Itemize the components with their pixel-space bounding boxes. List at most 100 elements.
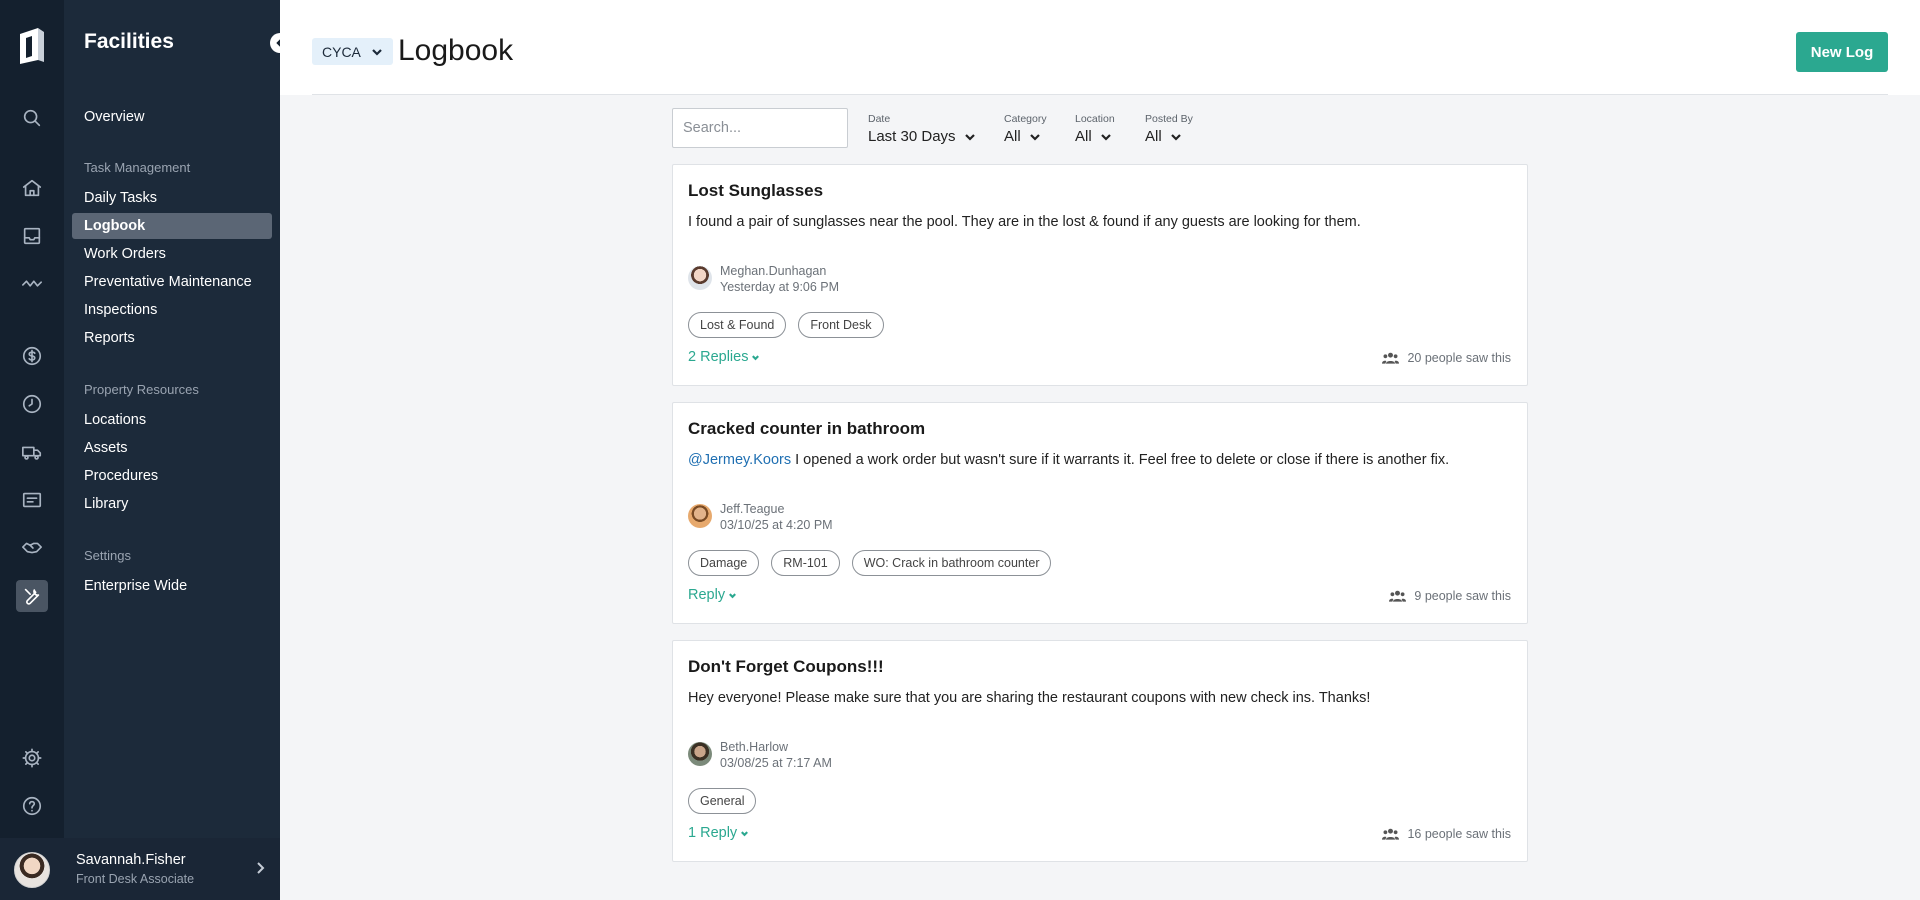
chevron-down-icon [964,133,975,141]
reply-button[interactable]: Reply [688,587,737,603]
author-avatar [688,266,712,290]
nav-item-preventative-maintenance[interactable]: Preventative Maintenance [72,269,272,295]
log-author[interactable]: Beth.Harlow [720,740,788,754]
wrench-icon[interactable] [16,580,48,612]
log-title: Don't Forget Coupons!!! [688,657,884,676]
user-role: Front Desk Associate [76,872,195,886]
log-card[interactable]: Lost Sunglasses I found a pair of sungla… [672,164,1528,386]
search-input[interactable] [672,108,848,148]
nav-item-inspections[interactable]: Inspections [72,297,272,323]
activity-icon[interactable] [20,272,44,296]
page-header: CYCA Logbook New Log [280,0,1920,95]
people-icon [1389,590,1407,602]
help-icon[interactable] [20,794,44,818]
log-card[interactable]: Cracked counter in bathroom @Jermey.Koor… [672,402,1528,624]
log-timestamp: 03/08/25 at 7:17 AM [720,756,832,770]
category-filter[interactable]: Category All [1004,113,1047,145]
location-filter-value: All [1075,128,1092,145]
people-icon [1382,828,1400,840]
logo-icon[interactable] [16,26,48,66]
chevron-down-icon [1029,133,1040,141]
seen-label: 9 people saw this [1414,589,1511,603]
log-tag[interactable]: Front Desk [798,312,884,338]
author-avatar [688,504,712,528]
seen-count: 16 people saw this [1382,827,1511,841]
work-order-link-tag[interactable]: WO: Crack in bathroom counter [851,550,1052,576]
seen-count: 20 people saw this [1382,351,1511,365]
log-body: Hey everyone! Please make sure that you … [688,690,1370,706]
user-menu[interactable]: Savannah.Fisher Front Desk Associate [0,838,280,900]
nav-item-assets[interactable]: Assets [72,435,272,461]
seen-label: 16 people saw this [1407,827,1511,841]
handshake-icon[interactable] [20,536,44,560]
id-card-icon[interactable] [20,488,44,512]
clock-icon[interactable] [20,392,44,416]
log-body: @Jermey.Koors I opened a work order but … [688,452,1449,468]
chevron-down-icon [752,354,760,360]
seen-count: 9 people saw this [1389,589,1511,603]
property-selector[interactable]: CYCA [312,38,393,65]
author-avatar [688,742,712,766]
chevron-down-icon [372,48,382,56]
log-timestamp: Yesterday at 9:06 PM [720,280,840,294]
facilities-nav: Facilities Overview Task Management Dail… [64,0,290,900]
search-icon[interactable] [20,106,44,130]
log-author[interactable]: Meghan.Dunhagan [720,264,826,278]
nav-item-library[interactable]: Library [72,491,272,517]
log-tag[interactable]: RM-101 [771,550,840,576]
log-title: Lost Sunglasses [688,181,824,200]
log-tag[interactable]: Lost & Found [688,312,787,338]
date-filter-label: Date [868,113,891,125]
chevron-right-icon [252,860,268,876]
nav-item-daily-tasks[interactable]: Daily Tasks [72,185,272,211]
log-body: I found a pair of sunglasses near the po… [688,214,1361,230]
nav-section-property-resources: Property Resources [84,382,199,397]
icon-rail [0,0,64,900]
nav-section-settings: Settings [84,548,131,563]
gear-icon[interactable] [20,746,44,770]
log-card[interactable]: Don't Forget Coupons!!! Hey everyone! Pl… [672,640,1528,862]
truck-icon[interactable] [20,440,44,464]
home-icon[interactable] [20,176,44,200]
chevron-down-icon [1170,133,1181,141]
location-filter[interactable]: Location All [1075,113,1115,145]
log-tag[interactable]: General [688,788,757,814]
log-author[interactable]: Jeff.Teague [720,502,784,516]
user-mention[interactable]: @Jermey.Koors [688,452,791,468]
nav-item-logbook[interactable]: Logbook [72,213,272,239]
property-code: CYCA [322,43,361,60]
log-tags: General [688,788,757,814]
nav-item-enterprise-wide[interactable]: Enterprise Wide [72,573,272,599]
inbox-icon[interactable] [20,224,44,248]
header-divider [312,94,1888,95]
nav-item-reports[interactable]: Reports [72,325,272,351]
replies-toggle[interactable]: 1 Reply [688,825,749,841]
dollar-icon[interactable] [20,344,44,368]
user-name: Savannah.Fisher [76,852,186,868]
log-tag[interactable]: Damage [688,550,760,576]
replies-toggle[interactable]: 2 Replies [688,349,760,365]
people-icon [1382,352,1400,364]
log-tags: Damage RM-101 WO: Crack in bathroom coun… [688,550,1052,576]
log-title: Cracked counter in bathroom [688,419,926,438]
log-timestamp: 03/10/25 at 4:20 PM [720,518,833,532]
posted-by-filter-value: All [1145,128,1162,145]
date-filter[interactable]: Date Last 30 Days [868,113,976,145]
nav-item-procedures[interactable]: Procedures [72,463,272,489]
page-title: Logbook [398,34,514,67]
log-body-text: Hey everyone! Please make sure that you … [688,690,1371,706]
nav-title: Facilities [84,30,174,53]
date-filter-value: Last 30 Days [868,128,956,145]
log-body-text: I opened a work order but wasn't sure if… [791,452,1450,468]
chevron-down-icon [1100,133,1111,141]
nav-item-overview[interactable]: Overview [72,104,272,130]
category-filter-label: Category [1004,113,1047,125]
log-body-text: I found a pair of sunglasses near the po… [688,214,1361,230]
location-filter-label: Location [1075,113,1115,125]
posted-by-filter[interactable]: Posted By All [1145,113,1193,145]
nav-item-work-orders[interactable]: Work Orders [72,241,272,267]
new-log-button[interactable]: New Log [1796,32,1888,72]
replies-label: 1 Reply [688,825,738,841]
nav-item-locations[interactable]: Locations [72,407,272,433]
replies-label: 2 Replies [688,349,749,365]
